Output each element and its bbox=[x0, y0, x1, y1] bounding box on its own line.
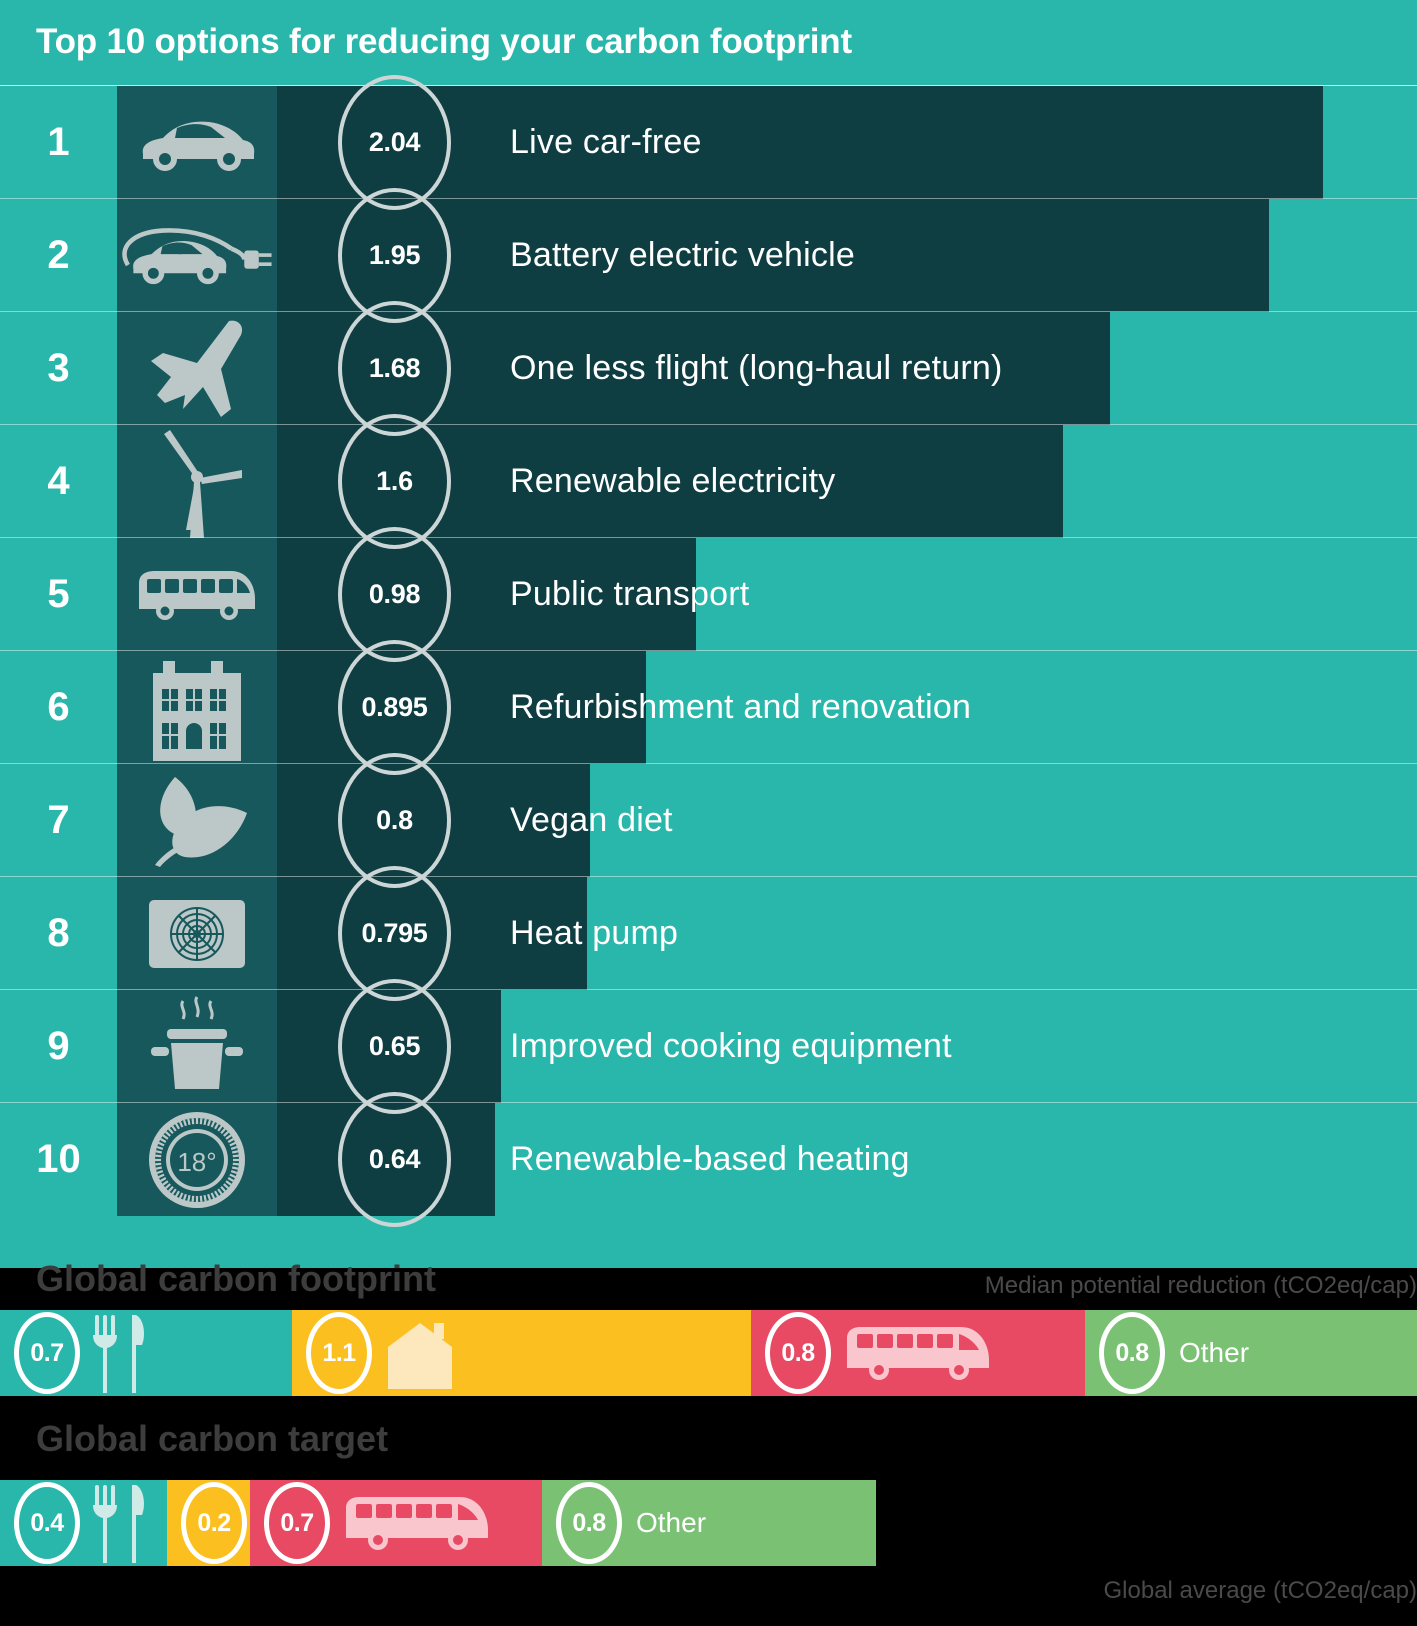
house-icon bbox=[384, 1317, 456, 1389]
rank-number: 1 bbox=[47, 120, 70, 164]
option-label: Live car-free bbox=[510, 123, 702, 161]
cutlery-icon bbox=[92, 1311, 148, 1395]
value-text: 0.895 bbox=[361, 692, 428, 722]
caption-median-reduction: Median potential reduction (tCO2eq/cap) bbox=[984, 1272, 1417, 1299]
segment-value: 0.8 bbox=[1115, 1338, 1149, 1367]
caption-global-average: Global average (tCO2eq/cap) bbox=[1103, 1577, 1417, 1604]
cooking-pot-icon bbox=[117, 990, 277, 1103]
top10-chart: Top 10 options for reducing your carbon … bbox=[0, 0, 1417, 1268]
stack-segment-other: 0.8 Other bbox=[542, 1480, 876, 1566]
option-label: Public transport bbox=[510, 575, 750, 613]
segment-value: 0.8 bbox=[572, 1508, 606, 1537]
segment-value: 1.1 bbox=[322, 1338, 356, 1367]
segment-value-bubble: 0.4 bbox=[14, 1482, 80, 1564]
value-text: 0.795 bbox=[361, 918, 428, 948]
value-bar bbox=[117, 86, 1323, 199]
global-footprint-title: Global carbon footprint bbox=[36, 1258, 436, 1299]
car-icon bbox=[117, 86, 277, 199]
cutlery-icon bbox=[92, 1481, 148, 1565]
value-bubble: 0.64 bbox=[338, 1092, 451, 1227]
bus-icon bbox=[843, 1322, 993, 1384]
page-title: Top 10 options for reducing your carbon … bbox=[36, 22, 852, 61]
segment-label: Other bbox=[636, 1507, 707, 1538]
rank-number: 2 bbox=[47, 233, 70, 277]
chart-rows: 1 2.04 Live car-free 2 1.95 Battery electri… bbox=[0, 75, 1417, 1268]
bus-icon bbox=[117, 538, 277, 651]
airplane-icon bbox=[117, 312, 277, 425]
chart-row: 7 0.8 Vegan diet bbox=[0, 753, 1417, 888]
segment-value: 0.8 bbox=[781, 1338, 815, 1367]
chart-row: 3 1.68 One less flight (long-haul return) bbox=[0, 301, 1417, 436]
value-text: 2.04 bbox=[368, 127, 421, 157]
stack-segment-housing: 1.1 bbox=[292, 1310, 751, 1396]
svg-text:18°: 18° bbox=[177, 1147, 216, 1177]
value-text: 1.95 bbox=[368, 240, 421, 270]
option-label: One less flight (long-haul return) bbox=[510, 349, 1003, 387]
rank-number: 3 bbox=[47, 346, 70, 390]
segment-value: 0.4 bbox=[30, 1508, 64, 1537]
building-icon bbox=[117, 651, 277, 764]
segment-value: 0.7 bbox=[30, 1338, 64, 1367]
option-label: Renewable-based heating bbox=[510, 1140, 910, 1178]
segment-value: 0.2 bbox=[197, 1508, 231, 1537]
option-label: Improved cooking equipment bbox=[510, 1027, 952, 1065]
segment-label: Other bbox=[1179, 1337, 1250, 1368]
stack-segment-food: 0.7 bbox=[0, 1310, 292, 1396]
stack-segment-other: 0.8 Other bbox=[1085, 1310, 1417, 1396]
segment-value-bubble: 0.8 bbox=[556, 1482, 622, 1564]
stack-segment-housing: 0.2 bbox=[167, 1480, 250, 1566]
option-label: Battery electric vehicle bbox=[510, 236, 855, 274]
option-label: Renewable electricity bbox=[510, 462, 836, 500]
rank-number: 10 bbox=[36, 1137, 81, 1181]
chart-row: 4 1.6 Renewable electricity bbox=[0, 414, 1417, 549]
segment-value: 0.7 bbox=[280, 1508, 314, 1537]
value-text: 0.64 bbox=[368, 1144, 421, 1174]
infographic-root: Top 10 options for reducing your carbon … bbox=[0, 0, 1417, 1626]
value-text: 0.98 bbox=[368, 579, 421, 609]
rank-number: 6 bbox=[47, 685, 70, 729]
bus-icon bbox=[342, 1492, 492, 1554]
stack-segment-transport: 0.7 bbox=[250, 1480, 542, 1566]
rank-number: 8 bbox=[47, 911, 70, 955]
chart-row: 1 2.04 Live car-free bbox=[0, 75, 1417, 210]
electric-car-icon bbox=[117, 199, 277, 312]
option-label: Vegan diet bbox=[510, 801, 673, 839]
segment-value-bubble: 1.1 bbox=[306, 1312, 372, 1394]
segment-value-bubble: 0.8 bbox=[1099, 1312, 1165, 1394]
rank-number: 4 bbox=[47, 459, 70, 503]
leaf-icon bbox=[117, 764, 277, 877]
rank-number: 9 bbox=[47, 1024, 70, 1068]
value-text: 1.6 bbox=[376, 466, 413, 496]
chart-row: 10 18° 0.64 Renewable-based heating bbox=[0, 1092, 1417, 1227]
chart-row: 5 0.98 Public transport bbox=[0, 527, 1417, 662]
chart-row: 6 0.895 Refurbishment and renovation bbox=[0, 640, 1417, 775]
option-label: Refurbishment and renovation bbox=[510, 688, 972, 726]
heat-pump-icon bbox=[117, 877, 277, 990]
segment-value-bubble: 0.8 bbox=[765, 1312, 831, 1394]
value-text: 0.65 bbox=[368, 1031, 421, 1061]
chart-row: 2 1.95 Battery electric vehicle bbox=[0, 188, 1417, 323]
global-target-title: Global carbon target bbox=[36, 1418, 389, 1459]
option-label: Heat pump bbox=[510, 914, 679, 952]
chart-row: 8 0.795 Heat pump bbox=[0, 866, 1417, 1001]
segment-value-bubble: 0.7 bbox=[14, 1312, 80, 1394]
value-text: 1.68 bbox=[368, 353, 421, 383]
segment-value-bubble: 0.7 bbox=[264, 1482, 330, 1564]
chart-row: 9 0.65 Improved cooking equipment bbox=[0, 979, 1417, 1114]
stack-segment-food: 0.4 bbox=[0, 1480, 167, 1566]
segment-value-bubble: 0.2 bbox=[181, 1482, 247, 1564]
global-target-bar: 0.4 0.2 0.7 0.8 Other bbox=[0, 1480, 876, 1566]
wind-turbine-icon bbox=[117, 425, 277, 538]
stack-segment-transport: 0.8 bbox=[751, 1310, 1085, 1396]
value-text: 0.8 bbox=[376, 805, 413, 835]
rank-number: 7 bbox=[47, 798, 70, 842]
thermostat-icon: 18° bbox=[117, 1103, 277, 1216]
rank-number: 5 bbox=[47, 572, 70, 616]
global-footprint-bar: 0.7 1.1 0.8 0.8 Other bbox=[0, 1310, 1417, 1396]
